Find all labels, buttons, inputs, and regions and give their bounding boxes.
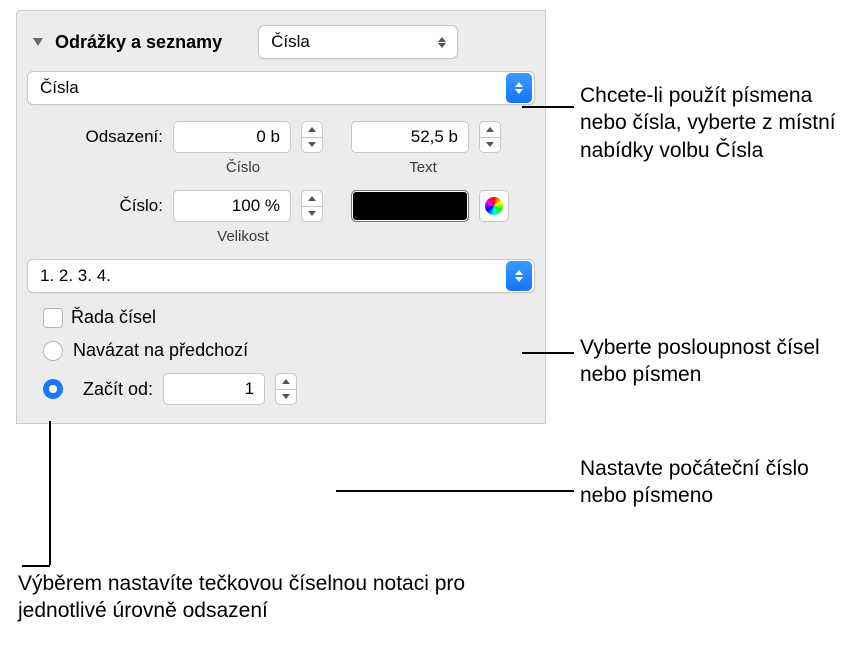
number-size-input[interactable] — [173, 190, 291, 222]
list-type-popup[interactable]: Čísla — [258, 25, 458, 59]
callout-leader — [522, 352, 574, 354]
continue-radio-row: Navázat na předchozí — [27, 340, 535, 361]
color-picker-button[interactable] — [479, 190, 509, 222]
start-from-input[interactable] — [163, 373, 265, 405]
callout-leader — [49, 421, 51, 565]
tiered-numbers-label: Řada čísel — [71, 307, 156, 328]
indent-sublabels: Číslo Text — [27, 159, 535, 176]
list-type-value: Čísla — [271, 32, 310, 52]
indent-number-stepper[interactable] — [301, 121, 323, 153]
number-row: Číslo: — [27, 190, 535, 222]
indent-text-stepper[interactable] — [479, 121, 501, 153]
tiered-numbers-checkbox[interactable] — [43, 308, 63, 328]
indent-number-input[interactable] — [173, 121, 291, 153]
number-size-stepper[interactable] — [301, 190, 323, 222]
number-label: Číslo: — [33, 196, 163, 216]
callout-sequence: Vyberte posloupnost čísel nebo písmen — [580, 334, 850, 389]
chevrons-icon — [506, 73, 532, 103]
color-wheel-icon — [485, 197, 503, 215]
chevrons-icon — [506, 261, 532, 291]
number-sequence-value: 1. 2. 3. 4. — [40, 266, 111, 286]
indent-text-sublabel: Text — [353, 159, 493, 176]
start-from-label: Začít od: — [83, 379, 153, 400]
number-sequence-popup[interactable]: 1. 2. 3. 4. — [27, 259, 535, 293]
start-from-radio[interactable] — [43, 379, 63, 399]
section-title: Odrážky a seznamy — [55, 32, 222, 53]
callout-leader — [336, 490, 574, 492]
list-style-popup[interactable]: Čísla — [27, 71, 535, 105]
callout-leader — [22, 565, 50, 567]
start-from-stepper[interactable] — [275, 373, 297, 405]
callout-tiered: Výběrem nastavíte tečkovou číselnou nota… — [18, 570, 478, 625]
list-style-value: Čísla — [40, 78, 79, 98]
indent-number-sublabel: Číslo — [173, 159, 313, 176]
disclosure-triangle-icon[interactable] — [33, 38, 43, 46]
bullets-lists-panel: Odrážky a seznamy Čísla Čísla Odsazení: … — [16, 10, 546, 424]
section-header: Odrážky a seznamy Čísla — [27, 25, 535, 59]
start-from-row: Začít od: — [27, 373, 535, 405]
chevrons-icon — [435, 37, 449, 48]
number-size-sublabel: Velikost — [173, 228, 313, 245]
indent-row: Odsazení: — [27, 121, 535, 153]
number-color-well[interactable] — [351, 190, 469, 222]
indent-text-input[interactable] — [351, 121, 469, 153]
number-sublabels: Velikost — [27, 228, 535, 245]
continue-from-previous-radio[interactable] — [43, 341, 63, 361]
continue-from-previous-label: Navázat na předchozí — [73, 340, 248, 361]
callout-start: Nastavte počáteční číslo nebo písmeno — [580, 455, 850, 510]
callout-leader — [522, 106, 574, 108]
indent-label: Odsazení: — [33, 127, 163, 147]
callout-style: Chcete-li použít písmena nebo čísla, vyb… — [580, 82, 850, 164]
tiered-numbers-row: Řada čísel — [27, 307, 535, 328]
